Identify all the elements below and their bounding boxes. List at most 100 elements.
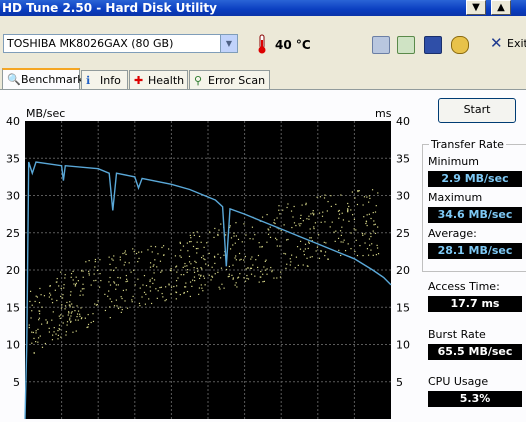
access-point (323, 197, 326, 199)
access-point (60, 271, 62, 273)
access-point (340, 241, 342, 243)
access-point (356, 254, 359, 257)
access-point (269, 236, 272, 238)
options-icon[interactable] (451, 36, 469, 54)
access-point (354, 197, 356, 199)
access-point (339, 230, 342, 232)
access-point (46, 321, 49, 323)
access-point (149, 286, 151, 288)
access-point (189, 281, 192, 283)
chevron-down-icon[interactable]: ▼ (220, 35, 237, 52)
scroll-down-icon[interactable]: ▼ (466, 0, 486, 15)
access-point (79, 294, 81, 296)
access-point (363, 196, 366, 198)
access-point (79, 315, 81, 317)
access-point (196, 267, 198, 270)
copy-icon[interactable] (372, 36, 390, 54)
access-point (88, 270, 90, 272)
access-point (377, 253, 380, 255)
drive-select[interactable]: TOSHIBA MK8026GAX (80 GB) ▼ (3, 34, 238, 53)
access-point (340, 194, 342, 196)
access-point (174, 255, 177, 257)
access-point (170, 270, 172, 272)
access-point (362, 234, 364, 236)
access-point (121, 308, 123, 311)
access-point (352, 214, 354, 216)
access-point (243, 277, 245, 279)
scroll-up-icon[interactable]: ▲ (491, 0, 511, 15)
tab-info[interactable]: ℹ Info (81, 70, 128, 89)
tab-error-scan[interactable]: ⚲ Error Scan (189, 70, 270, 89)
access-point (82, 294, 84, 296)
access-point (192, 245, 195, 248)
access-point (110, 269, 112, 271)
access-point (347, 208, 349, 210)
access-point (232, 244, 234, 246)
access-point (329, 226, 331, 228)
access-point (210, 279, 212, 281)
access-point (123, 264, 125, 266)
tab-benchmark[interactable]: 🔍 Benchmark (2, 68, 84, 90)
access-point (62, 294, 64, 296)
access-point (70, 315, 72, 317)
access-point (188, 241, 191, 243)
access-point (335, 203, 337, 205)
access-point (276, 277, 278, 279)
y-tick-label-right: 40 (396, 115, 410, 128)
access-point (37, 337, 40, 339)
access-point (198, 277, 201, 280)
maximum-label: Maximum (428, 191, 483, 204)
access-point (69, 319, 71, 321)
access-point (72, 306, 74, 308)
access-point (147, 249, 149, 251)
access-point (170, 267, 172, 270)
save-icon[interactable] (424, 36, 442, 54)
access-point (31, 342, 33, 344)
access-point (220, 223, 222, 225)
toolbar: TOSHIBA MK8026GAX (80 GB) ▼ 40 °C ✕ Exit (0, 26, 526, 60)
access-point (111, 258, 113, 260)
y-tick-label-right: 10 (396, 339, 410, 352)
access-point (287, 238, 289, 241)
access-point (214, 273, 216, 275)
start-button[interactable]: Start (438, 98, 516, 123)
access-point (124, 261, 126, 263)
access-point (315, 250, 317, 252)
access-point (255, 259, 257, 261)
access-point (82, 276, 84, 278)
access-point (126, 280, 129, 282)
access-point (344, 249, 347, 252)
access-point (211, 266, 213, 268)
access-point (258, 281, 260, 283)
access-point (33, 337, 35, 340)
access-point (132, 248, 134, 250)
access-point (95, 304, 98, 306)
access-point (314, 222, 317, 224)
access-point (197, 270, 199, 272)
tab-health[interactable]: ✚ Health (129, 70, 188, 89)
access-point (337, 237, 340, 239)
access-point (63, 287, 65, 289)
access-point (365, 221, 368, 223)
access-point (149, 262, 152, 264)
access-point (188, 255, 191, 258)
access-point (368, 201, 370, 203)
maximum-value: 34.6 MB/sec (428, 207, 522, 223)
access-point (308, 218, 310, 220)
access-point (194, 260, 196, 262)
access-point (57, 329, 59, 332)
exit-button[interactable]: ✕ Exit (487, 34, 526, 53)
access-point (231, 274, 233, 276)
access-point (31, 310, 33, 312)
copy-text-icon[interactable] (397, 36, 415, 54)
access-point (74, 310, 76, 312)
access-point (276, 217, 278, 219)
access-point (353, 218, 356, 220)
tab-label: Error Scan (208, 74, 266, 87)
access-point (370, 235, 372, 238)
access-point (53, 327, 55, 329)
access-point (108, 256, 110, 258)
access-point (203, 258, 205, 260)
access-point (240, 258, 242, 260)
access-point (278, 209, 280, 211)
